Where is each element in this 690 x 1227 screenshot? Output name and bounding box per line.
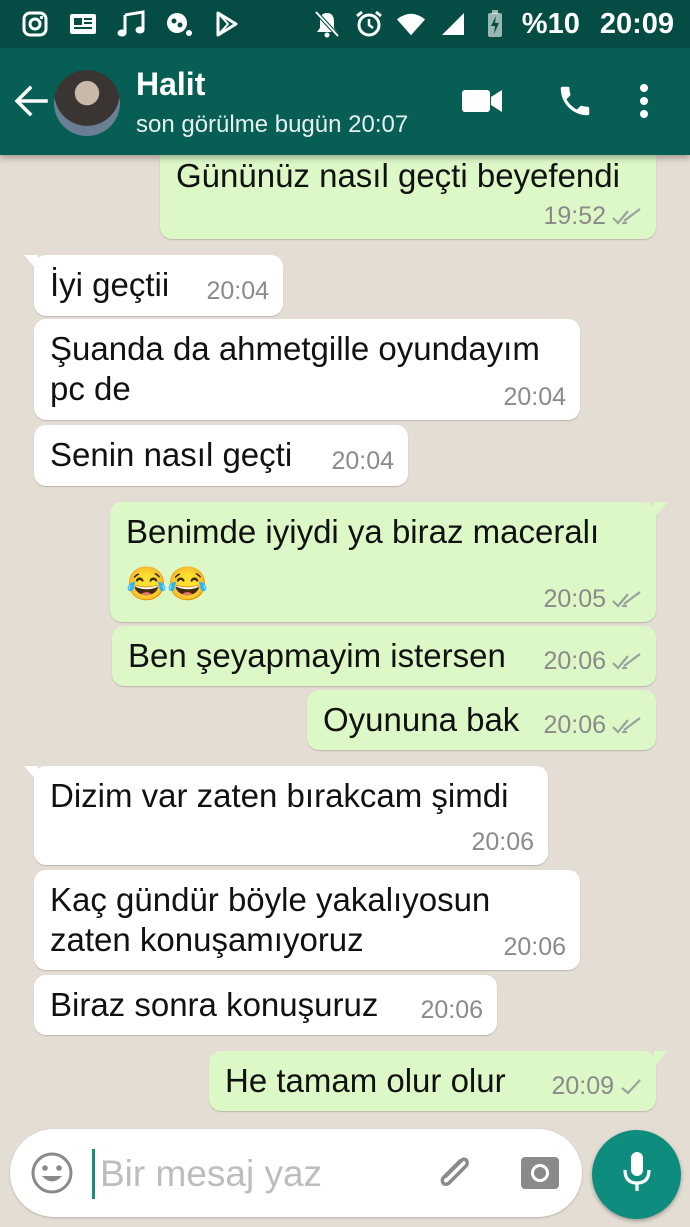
message-bubble-outgoing[interactable]: Benimde iyiydi ya biraz maceralı 😂😂 20:0… [110,502,668,622]
game-icon [164,9,194,39]
message-bubble-incoming[interactable]: Biraz sonra konuşuruz 20:06 [34,975,497,1035]
play-store-icon [212,9,242,39]
chat-header: Halit son görülme bugün 20:07 [0,48,690,155]
double-check-read-icon [612,207,642,227]
message-text: Biraz sonra konuşuruz [50,986,379,1023]
contact-name[interactable]: Halit [136,66,205,103]
news-icon [68,9,98,39]
instagram-icon [20,9,50,39]
battery-percentage: %10 [521,7,580,40]
message-text: Kaç gündür böyle yakalıyosun zaten konuş… [50,881,491,958]
emoji-icon[interactable] [30,1151,74,1195]
single-check-sent-icon [620,1077,642,1097]
message-time: 20:04 [206,277,269,305]
message-bubble-incoming[interactable]: Kaç gündür böyle yakalıyosun zaten konuş… [34,870,580,970]
message-time: 20:06 [471,828,534,856]
message-composer [10,1129,582,1217]
message-time: 20:04 [503,383,566,411]
message-time: 20:09 [551,1072,614,1100]
message-bubble-outgoing[interactable]: Oyununa bak 20:06 [307,690,656,750]
message-time: 20:05 [543,585,606,613]
message-bubble-outgoing[interactable]: Ben şeyapmayim istersen 20:06 [112,626,656,686]
double-check-read-icon [612,652,642,672]
message-bubble-incoming[interactable]: Dizim var zaten bırakcam şimdi 20:06 [24,766,548,865]
alarm-icon [354,9,384,39]
message-input[interactable] [98,1145,422,1203]
attach-icon[interactable] [430,1149,478,1197]
message-text: Dizim var zaten bırakcam şimdi [50,777,509,814]
text-cursor [92,1149,95,1199]
video-call-icon[interactable] [459,78,505,124]
more-vert-icon[interactable] [621,78,667,124]
last-seen-status: son görülme bugün 20:07 [136,111,409,138]
message-bubble-outgoing[interactable]: He tamam olur olur 20:09 [209,1051,668,1111]
mic-button[interactable] [592,1130,681,1219]
message-bubble-incoming[interactable]: Şuanda da ahmetgille oyundayım pc de 20:… [34,319,580,420]
double-check-read-icon [612,590,642,610]
double-check-read-icon [612,716,642,736]
signal-icon [438,9,468,39]
message-bubble-incoming[interactable]: İyi geçtii 20:04 [24,255,283,316]
message-text: Gününüz nasıl geçti beyefendi [176,157,620,194]
battery-charging-icon [480,9,510,39]
message-time: 20:06 [420,996,483,1024]
message-time: 20:06 [503,933,566,961]
camera-icon[interactable] [516,1149,564,1197]
message-text: Şuanda da ahmetgille oyundayım pc de [50,330,540,407]
phone-icon[interactable] [552,78,598,124]
message-time: 20:06 [543,711,606,739]
message-time: 19:52 [543,202,606,230]
clock: 20:09 [599,7,674,40]
wifi-icon [396,9,426,39]
mute-icon [312,9,342,39]
status-bar: %10 20:09 [0,0,690,48]
message-time: 20:04 [331,447,394,475]
music-icon [116,9,146,39]
message-bubble-incoming[interactable]: Senin nasıl geçti 20:04 [34,425,408,486]
mic-icon [620,1150,654,1199]
back-arrow-icon[interactable] [12,82,50,120]
message-time: 20:06 [543,647,606,675]
avatar[interactable] [54,70,120,136]
